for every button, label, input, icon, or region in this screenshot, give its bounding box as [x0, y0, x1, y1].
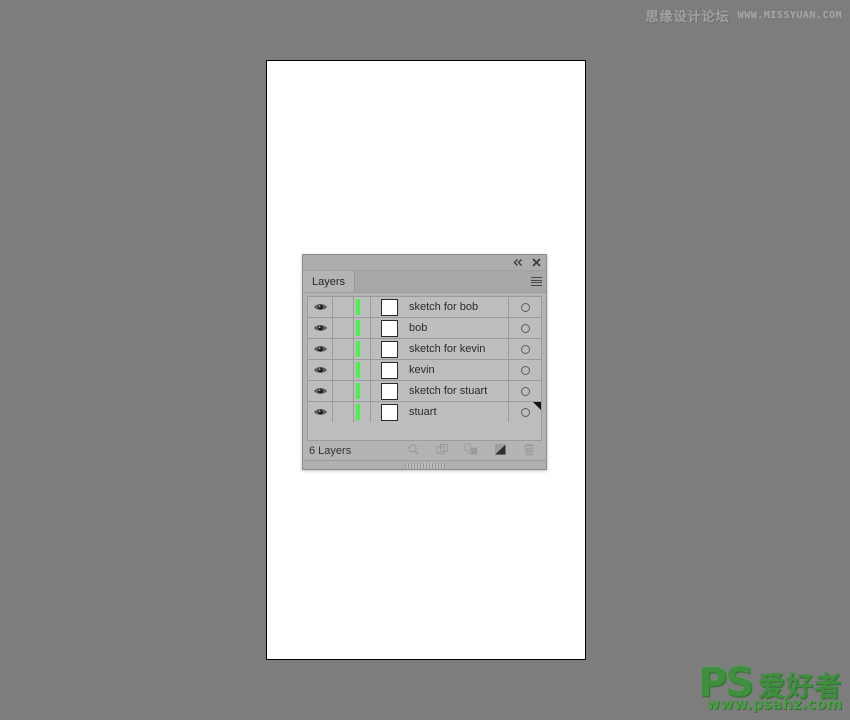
- tab-layers[interactable]: Layers: [303, 271, 356, 292]
- layer-color-indicator: [354, 297, 371, 317]
- eye-icon: [313, 346, 327, 352]
- create-new-layer-button[interactable]: [493, 444, 507, 458]
- target-circle-icon: [520, 302, 530, 312]
- magnifier-icon: [407, 443, 420, 459]
- watermark-url-text: WWW.MISSYUAN.COM: [737, 10, 842, 21]
- layer-thumbnail: [380, 403, 398, 421]
- layer-thumbnail: [380, 319, 398, 337]
- target-circle-icon: [520, 407, 530, 417]
- layer-lock-toggle[interactable]: [333, 381, 354, 401]
- layer-color-swatch: [356, 362, 360, 378]
- panel-tabbar[interactable]: Layers: [303, 271, 546, 293]
- layer-lock-toggle[interactable]: [333, 318, 354, 338]
- hamburger-menu-icon: [530, 276, 542, 288]
- layers-list[interactable]: sketch for bob bob sketch for kevin kevin sk…: [307, 296, 542, 422]
- layer-visibility-toggle[interactable]: [308, 381, 333, 401]
- close-icon[interactable]: [531, 257, 542, 268]
- delete-selection-button[interactable]: [522, 443, 536, 459]
- layer-thumbnail-cell: [371, 339, 407, 359]
- layer-target-toggle[interactable]: [508, 297, 541, 317]
- layers-empty-area[interactable]: [307, 422, 542, 441]
- layer-name-label[interactable]: stuart: [407, 402, 508, 422]
- layer-lock-toggle[interactable]: [333, 402, 354, 422]
- layer-target-toggle[interactable]: [508, 318, 541, 338]
- layer-thumbnail-cell: [371, 318, 407, 338]
- layer-color-swatch: [356, 320, 360, 336]
- new-sublayer-icon: [464, 443, 478, 459]
- layers-panel-footer: 6 Layers: [303, 441, 546, 460]
- clipping-mask-icon: [435, 443, 449, 459]
- layer-name-label[interactable]: bob: [407, 318, 508, 338]
- layer-name-label[interactable]: sketch for bob: [407, 297, 508, 317]
- layer-color-swatch: [356, 383, 360, 399]
- layer-visibility-toggle[interactable]: [308, 402, 333, 422]
- layer-lock-toggle[interactable]: [333, 360, 354, 380]
- panel-resize-strip[interactable]: [303, 460, 546, 469]
- site-watermark-top: 思缘设计论坛 WWW.MISSYUAN.COM: [646, 6, 842, 25]
- layer-row[interactable]: bob: [308, 318, 541, 339]
- tab-layers-label: Layers: [312, 275, 346, 288]
- locate-object-button[interactable]: [406, 443, 420, 459]
- layer-target-toggle[interactable]: [508, 339, 541, 359]
- layers-body: sketch for bob bob sketch for kevin kevin sk…: [303, 293, 546, 441]
- layer-color-swatch: [356, 341, 360, 357]
- layer-name-label[interactable]: sketch for kevin: [407, 339, 508, 359]
- layer-thumbnail-cell: [371, 381, 407, 401]
- layer-visibility-toggle[interactable]: [308, 297, 333, 317]
- eye-icon: [313, 367, 327, 373]
- layers-panel[interactable]: Layers sketch for bob bob sketch for kevin…: [302, 254, 547, 470]
- layer-target-toggle[interactable]: [508, 381, 541, 401]
- layer-color-indicator: [354, 318, 371, 338]
- eye-icon: [313, 409, 327, 415]
- layer-color-indicator: [354, 381, 371, 401]
- create-new-sublayer-button[interactable]: [464, 443, 478, 459]
- eye-icon: [313, 388, 327, 394]
- target-circle-icon: [520, 323, 530, 333]
- layer-row[interactable]: sketch for kevin: [308, 339, 541, 360]
- layer-count-label: 6 Layers: [309, 444, 352, 457]
- new-layer-icon: [494, 443, 507, 459]
- layer-visibility-toggle[interactable]: [308, 318, 333, 338]
- layer-color-swatch: [356, 404, 360, 420]
- site-logo-bottom: PS 爱好者 www.psahz.com: [698, 663, 842, 712]
- layer-thumbnail-cell: [371, 297, 407, 317]
- make-release-clipping-mask-button[interactable]: [435, 443, 449, 459]
- panel-grip-icon: [404, 462, 445, 468]
- layer-name-label[interactable]: sketch for stuart: [407, 381, 508, 401]
- layer-target-toggle[interactable]: [508, 360, 541, 380]
- target-circle-icon: [520, 386, 530, 396]
- layers-footer-buttons: [351, 443, 540, 459]
- tabbar-spacer: [355, 271, 526, 292]
- eye-icon: [313, 304, 327, 310]
- double-chevron-left-icon[interactable]: [513, 257, 524, 268]
- trash-icon: [523, 443, 535, 459]
- layer-visibility-toggle[interactable]: [308, 360, 333, 380]
- layer-thumbnail-cell: [371, 360, 407, 380]
- layer-row[interactable]: sketch for bob: [308, 297, 541, 318]
- layer-lock-toggle[interactable]: [333, 339, 354, 359]
- layer-row[interactable]: kevin: [308, 360, 541, 381]
- target-circle-icon: [520, 365, 530, 375]
- layer-color-indicator: [354, 339, 371, 359]
- layer-lock-toggle[interactable]: [333, 297, 354, 317]
- panel-resize-grip[interactable]: [533, 402, 541, 410]
- layer-row[interactable]: sketch for stuart: [308, 381, 541, 402]
- layer-thumbnail-cell: [371, 402, 407, 422]
- layer-thumbnail: [380, 340, 398, 358]
- panel-titlebar[interactable]: [303, 255, 546, 271]
- watermark-cn-text: 思缘设计论坛: [645, 10, 730, 25]
- layer-color-indicator: [354, 360, 371, 380]
- eye-icon: [313, 325, 327, 331]
- layer-thumbnail: [380, 382, 398, 400]
- logo-url-text: www.psahz.com: [705, 695, 842, 713]
- layer-color-swatch: [356, 299, 360, 315]
- layer-thumbnail: [380, 361, 398, 379]
- panel-menu-button[interactable]: [526, 271, 546, 292]
- layer-name-label[interactable]: kevin: [407, 360, 508, 380]
- layer-color-indicator: [354, 402, 371, 422]
- layer-thumbnail: [380, 298, 398, 316]
- layer-visibility-toggle[interactable]: [308, 339, 333, 359]
- layer-row[interactable]: stuart: [308, 402, 541, 422]
- target-circle-icon: [520, 344, 530, 354]
